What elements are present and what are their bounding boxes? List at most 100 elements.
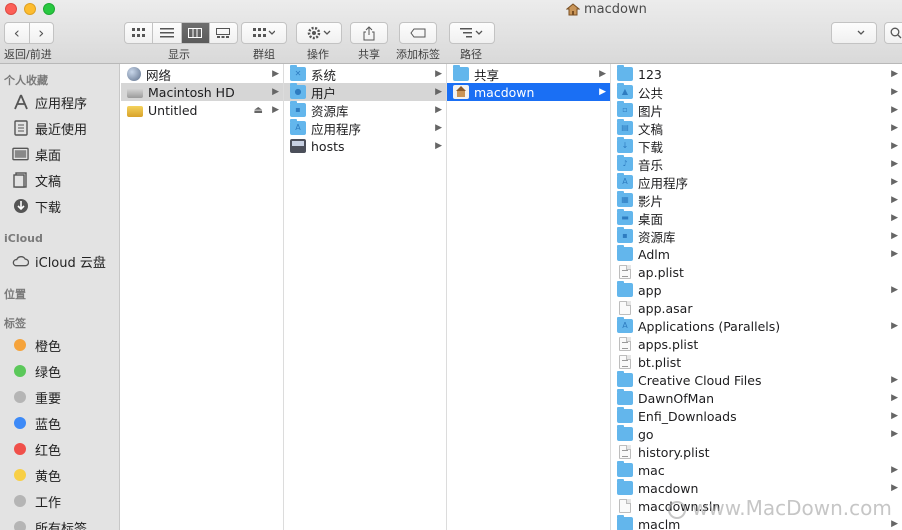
sidebar-tag-blue[interactable]: 蓝色 [12, 412, 61, 434]
tag-color-dot [14, 417, 26, 429]
list-item[interactable]: ▬ 桌面 ▶ [611, 209, 902, 227]
list-item[interactable]: A 应用程序 ▶ [611, 173, 902, 191]
gallery-icon [216, 28, 231, 38]
sidebar-item-recents[interactable]: 最近使用 [12, 117, 87, 139]
list-item[interactable]: macdown ▶ [611, 479, 902, 497]
disclosure-arrow-icon: ▶ [891, 123, 898, 133]
list-item[interactable]: ✕ 系统 ▶ [284, 65, 446, 83]
add-tag-button[interactable] [399, 22, 437, 44]
list-item[interactable]: Creative Cloud Files ▶ [611, 371, 902, 389]
list-item[interactable]: mac ▶ [611, 461, 902, 479]
minimize-window-button[interactable] [24, 3, 36, 15]
back-button[interactable]: ‹ [5, 23, 30, 43]
list-item[interactable]: app ▶ [611, 281, 902, 299]
list-item[interactable]: ▦ 影片 ▶ [611, 191, 902, 209]
disclosure-arrow-icon: ▶ [435, 69, 442, 79]
sidebar-tag-green[interactable]: 绿色 [12, 360, 61, 382]
watermark-logo-icon [668, 500, 686, 519]
disclosure-arrow-icon: ▶ [891, 285, 898, 295]
sidebar-item-desktop[interactable]: 桌面 [12, 143, 61, 165]
tag-color-dot [14, 495, 26, 507]
sidebar-tag-all-tags[interactable]: 所有标签 [12, 516, 87, 530]
list-item[interactable]: ▲ 公共 ▶ [611, 83, 902, 101]
group-button[interactable] [241, 22, 287, 44]
search-field[interactable] [884, 22, 902, 44]
list-item[interactable]: 123 ▶ [611, 65, 902, 83]
close-window-button[interactable] [5, 3, 17, 15]
icloud-header: iCloud [4, 232, 43, 245]
recents-icon [12, 120, 29, 137]
sidebar-item-applications[interactable]: 应用程序 [12, 91, 87, 113]
icon-view-button[interactable] [125, 23, 154, 43]
list-item[interactable]: apps.plist [611, 335, 902, 353]
sidebar-item-downloads[interactable]: 下载 [12, 195, 61, 217]
tag-color-dot [14, 339, 26, 351]
list-item[interactable]: Macintosh HD ▶ [121, 83, 283, 101]
share-button[interactable] [350, 22, 388, 44]
list-item[interactable]: ▫ 图片 ▶ [611, 101, 902, 119]
item-label: Adlm [638, 246, 670, 262]
list-item[interactable]: ▪ 资源库 ▶ [611, 227, 902, 245]
list-item[interactable]: history.plist [611, 443, 902, 461]
list-item[interactable]: DawnOfMan ▶ [611, 389, 902, 407]
list-item[interactable]: A 应用程序 ▶ [284, 119, 446, 137]
folder-icon: A [617, 317, 633, 333]
folder-icon [617, 245, 633, 261]
list-item[interactable]: app.asar [611, 299, 902, 317]
eject-icon[interactable]: ⏏ [254, 105, 263, 116]
folder-icon: ▪ [290, 101, 306, 117]
folder-icon: ▪ [617, 227, 633, 243]
list-item[interactable]: go ▶ [611, 425, 902, 443]
path-button[interactable] [449, 22, 495, 44]
sidebar-tag-yellow[interactable]: 黄色 [12, 464, 61, 486]
sidebar-item-icloud-drive[interactable]: iCloud 云盘 [12, 250, 106, 272]
list-item[interactable]: ♪ 音乐 ▶ [611, 155, 902, 173]
path-list-icon [460, 28, 483, 38]
toolbar-dropdown[interactable] [831, 22, 877, 44]
folder-icon: ▬ [617, 209, 633, 225]
list-item[interactable]: Enfi_Downloads ▶ [611, 407, 902, 425]
item-label: Applications (Parallels) [638, 318, 781, 334]
list-item[interactable]: 网络 ▶ [121, 65, 283, 83]
column-view-button[interactable] [181, 23, 210, 43]
list-item[interactable]: macdown ▶ [447, 83, 610, 101]
documents-icon [12, 172, 29, 189]
disclosure-arrow-icon: ▶ [891, 213, 898, 223]
disclosure-arrow-icon: ▶ [435, 87, 442, 97]
list-view-button[interactable] [153, 23, 182, 43]
sidebar-item-label: 红色 [35, 443, 62, 459]
list-item[interactable]: A Applications (Parallels) ▶ [611, 317, 902, 335]
list-item[interactable]: ap.plist [611, 263, 902, 281]
sidebar-item-label: 所有标签 [35, 521, 88, 530]
home-folder-icon [453, 85, 469, 99]
sidebar-tag-red[interactable]: 红色 [12, 438, 61, 460]
list-item[interactable]: ▤ 文稿 ▶ [611, 119, 902, 137]
list-item[interactable]: bt.plist [611, 353, 902, 371]
disclosure-arrow-icon: ▶ [272, 105, 279, 115]
zoom-window-button[interactable] [43, 3, 55, 15]
list-item[interactable]: Untitled ⏏ ▶ [121, 101, 283, 119]
list-item[interactable]: ▪ 资源库 ▶ [284, 101, 446, 119]
sidebar-item-label: 最近使用 [35, 122, 88, 138]
path-label: 路径 [460, 48, 482, 61]
list-item[interactable]: Adlm ▶ [611, 245, 902, 263]
gallery-view-button[interactable] [210, 23, 237, 43]
action-button[interactable] [296, 22, 342, 44]
sidebar-tag-work[interactable]: 工作 [12, 490, 61, 512]
forward-button[interactable]: › [30, 23, 54, 43]
folder-icon [617, 65, 633, 81]
list-item[interactable]: 共享 ▶ [447, 65, 610, 83]
sidebar-item-documents[interactable]: 文稿 [12, 169, 61, 191]
sidebar-tag-orange[interactable]: 橙色 [12, 334, 61, 356]
sidebar-item-label: 蓝色 [35, 417, 62, 433]
item-label: bt.plist [638, 354, 682, 370]
item-label: 资源库 [311, 103, 349, 119]
list-item[interactable]: ● 用户 ▶ [284, 83, 446, 101]
sidebar-item-label: 橙色 [35, 339, 62, 355]
group-grid-icon [253, 28, 275, 37]
disclosure-arrow-icon: ▶ [891, 141, 898, 151]
list-item[interactable]: ↓ 下载 ▶ [611, 137, 902, 155]
list-item[interactable]: hosts ▶ [284, 137, 446, 155]
sidebar-tag-important[interactable]: 重要 [12, 386, 61, 408]
network-globe-icon [127, 67, 141, 81]
